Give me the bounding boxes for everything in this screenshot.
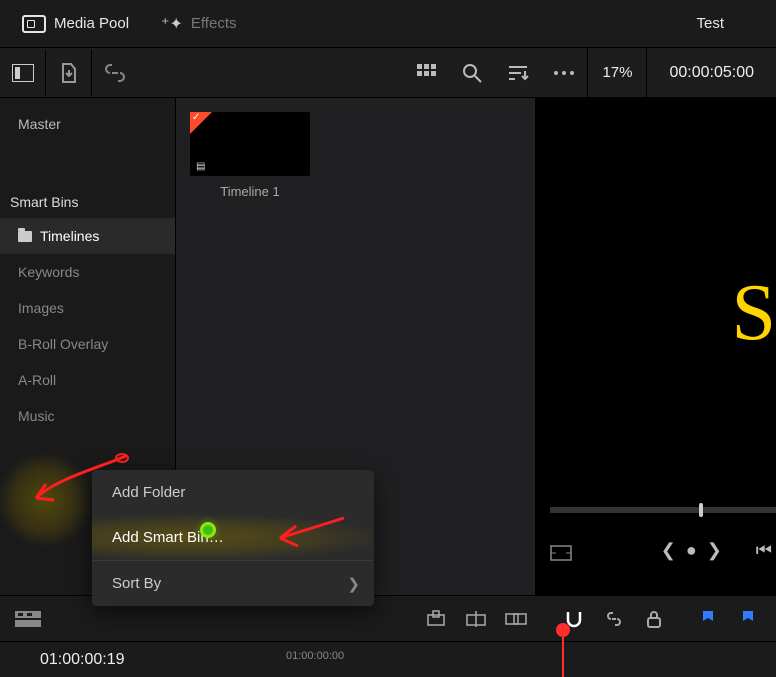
ctx-item-label: Sort By [112,575,161,592]
sidebar-item-music[interactable]: Music [0,398,175,434]
jump-start-button[interactable]: ⏮ [756,540,772,561]
pool-toolbar: 17% 00:00:05:00 [0,48,776,98]
media-pool-tab[interactable]: Media Pool [12,9,139,39]
media-pool-label: Media Pool [54,15,129,32]
context-menu: Add Folder Add Smart Bin… Sort By ❯ [92,470,374,606]
marker-flag-add[interactable] [728,599,768,639]
playhead[interactable] [556,623,570,677]
sidebar-item-aroll[interactable]: A-Roll [0,362,175,398]
timeline-current-tc[interactable]: 01:00:00:19 [0,651,280,669]
current-marker-icon[interactable]: ● [686,540,697,561]
thumbnails-view-button[interactable] [403,50,449,96]
bin-icon [18,231,32,242]
safe-area-button[interactable] [550,545,572,561]
wand-icon: ⁺✦ [161,14,183,34]
sidebar-item-images[interactable]: Images [0,290,175,326]
click-cursor-icon [200,522,216,538]
project-name[interactable]: Test [696,15,764,32]
import-media-button[interactable] [46,50,92,96]
clip-thumbnail[interactable]: ✓ ▤ [190,112,310,176]
ctx-sort-by[interactable]: Sort By ❯ [92,560,374,606]
clip-label: Timeline 1 [190,184,310,199]
viewer-scrub-bar[interactable] [550,507,776,513]
viewer-timecode[interactable]: 00:00:05:00 [646,48,776,97]
lock-toggle[interactable] [634,599,674,639]
more-options-button[interactable] [541,50,587,96]
slate-icon: ▤ [196,161,205,172]
marker-flag-blue[interactable] [688,599,728,639]
sidebar-toggle-button[interactable] [0,50,46,96]
prev-clip-button[interactable]: ❮ [661,540,676,561]
link-proxy-button[interactable] [92,50,138,96]
media-pool-icon [22,15,46,33]
sidebar-item-broll[interactable]: B-Roll Overlay [0,326,175,362]
playhead-line [562,637,564,677]
playhead-head-icon [556,623,570,637]
search-button[interactable] [449,50,495,96]
replace-clip-button[interactable] [496,599,536,639]
effects-tab[interactable]: ⁺✦ Effects [151,8,246,40]
next-clip-button[interactable]: ❯ [707,540,722,561]
effects-label: Effects [191,15,237,32]
viewer-zoom[interactable]: 17% [587,48,646,97]
chevron-right-icon: ❯ [347,575,360,593]
viewer-transport: ❮ ● ❯ ⏮ [661,540,776,561]
sidebar-item-keywords[interactable]: Keywords [0,254,175,290]
insert-clip-button[interactable] [416,599,456,639]
viewer-panel: S ❮ ● ❯ ⏮ [536,98,776,595]
ctx-add-folder[interactable]: Add Folder [92,470,374,515]
top-bar: Media Pool ⁺✦ Effects Test [0,0,776,48]
clip-item[interactable]: ✓ ▤ Timeline 1 [190,112,310,199]
timeline-ruler-strip: 01:00:00:19 01:00:00:00 [0,641,776,677]
sidebar-item-label: Timelines [40,228,99,244]
sort-button[interactable] [495,50,541,96]
viewer-frame-content: S [732,268,776,359]
ctx-add-smart-bin[interactable]: Add Smart Bin… [92,515,374,560]
ruler-start-label: 01:00:00:00 [286,650,344,662]
sidebar-item-timelines[interactable]: Timelines [0,218,175,254]
timeline-ruler[interactable]: 01:00:00:00 [280,642,776,677]
checkmark-icon: ✓ [192,112,200,123]
overwrite-clip-button[interactable] [456,599,496,639]
master-bin[interactable]: Master [0,106,175,142]
link-toggle[interactable] [594,599,634,639]
smart-bins-heading: Smart Bins [0,184,175,218]
timeline-view-options[interactable] [8,599,48,639]
